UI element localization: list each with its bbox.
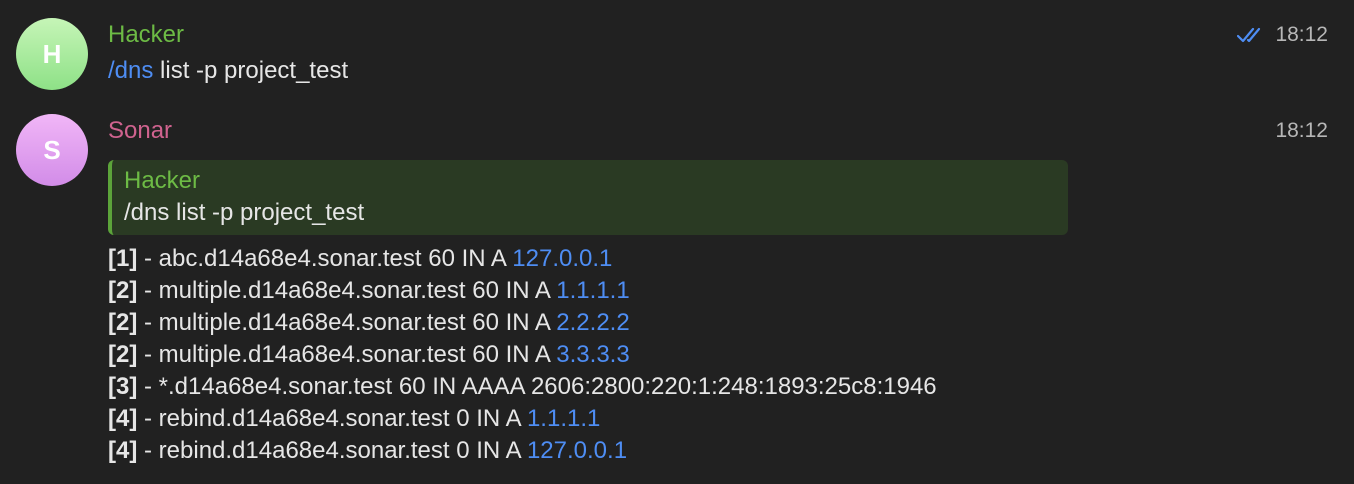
- quote-text: /dns list -p project_test: [124, 199, 365, 226]
- reply-quote[interactable]: Hacker /dns list -p project_test: [108, 160, 1068, 235]
- record-index: [2]: [108, 277, 138, 304]
- dns-record-line: [2] - multiple.d14a68e4.sonar.test 60 IN…: [108, 339, 630, 371]
- record-text: - abc.d14a68e4.sonar.test 60 IN A: [137, 245, 513, 272]
- avatar-letter: H: [42, 38, 62, 69]
- time-label: 18:12: [1275, 119, 1328, 142]
- message-time: 18:12: [1237, 20, 1328, 50]
- message-sonar[interactable]: S Sonar 18:12 Hacker /dns list -p projec…: [0, 100, 1354, 484]
- dns-record-line: [2] - multiple.d14a68e4.sonar.test 60 IN…: [108, 275, 630, 307]
- record-text: - multiple.d14a68e4.sonar.test 60 IN A: [137, 309, 557, 336]
- record-index: [1]: [108, 245, 138, 272]
- message-text: /dns list -p project_test: [108, 56, 348, 86]
- ip-link[interactable]: 1.1.1.1: [527, 405, 600, 432]
- record-text: - multiple.d14a68e4.sonar.test 60 IN A: [137, 341, 557, 368]
- record-index: [4]: [108, 405, 138, 432]
- record-index: [4]: [108, 437, 138, 464]
- message-hacker[interactable]: H Hacker 18:12 /dns list -p project_test: [0, 0, 1354, 100]
- dns-record-line: [1] - abc.d14a68e4.sonar.test 60 IN A 12…: [108, 243, 612, 275]
- double-check-icon: [1237, 27, 1261, 43]
- dns-record-line: [4] - rebind.d14a68e4.sonar.test 0 IN A …: [108, 403, 600, 435]
- avatar-letter: S: [43, 134, 61, 165]
- record-index: [2]: [108, 309, 138, 336]
- record-text: - rebind.d14a68e4.sonar.test 0 IN A: [137, 405, 527, 432]
- command-args: list -p project_test: [153, 57, 349, 84]
- ip-link[interactable]: 127.0.0.1: [512, 245, 612, 272]
- sender-name[interactable]: Sonar: [108, 116, 172, 146]
- record-index: [2]: [108, 341, 138, 368]
- record-text: - rebind.d14a68e4.sonar.test 0 IN A: [137, 437, 527, 464]
- command-link[interactable]: /dns: [108, 57, 153, 84]
- avatar-sonar[interactable]: S: [16, 114, 88, 186]
- message-time: 18:12: [1275, 116, 1328, 146]
- quote-author: Hacker: [124, 167, 201, 194]
- dns-record-line: [4] - rebind.d14a68e4.sonar.test 0 IN A …: [108, 435, 627, 467]
- ip-link[interactable]: 2.2.2.2: [556, 309, 629, 336]
- ip-link[interactable]: 3.3.3.3: [556, 341, 629, 368]
- dns-record-line: [3] - *.d14a68e4.sonar.test 60 IN AAAA 2…: [108, 371, 937, 403]
- record-text: - *.d14a68e4.sonar.test 60 IN AAAA 2606:…: [137, 373, 937, 400]
- chat-view: H Hacker 18:12 /dns list -p project_test…: [0, 0, 1354, 484]
- ip-link[interactable]: 1.1.1.1: [556, 277, 629, 304]
- dns-record-line: [2] - multiple.d14a68e4.sonar.test 60 IN…: [108, 307, 630, 339]
- record-text: - multiple.d14a68e4.sonar.test 60 IN A: [137, 277, 557, 304]
- ip-link[interactable]: 127.0.0.1: [527, 437, 627, 464]
- avatar-hacker[interactable]: H: [16, 18, 88, 90]
- record-index: [3]: [108, 373, 138, 400]
- sender-name[interactable]: Hacker: [108, 20, 184, 50]
- time-label: 18:12: [1275, 23, 1328, 46]
